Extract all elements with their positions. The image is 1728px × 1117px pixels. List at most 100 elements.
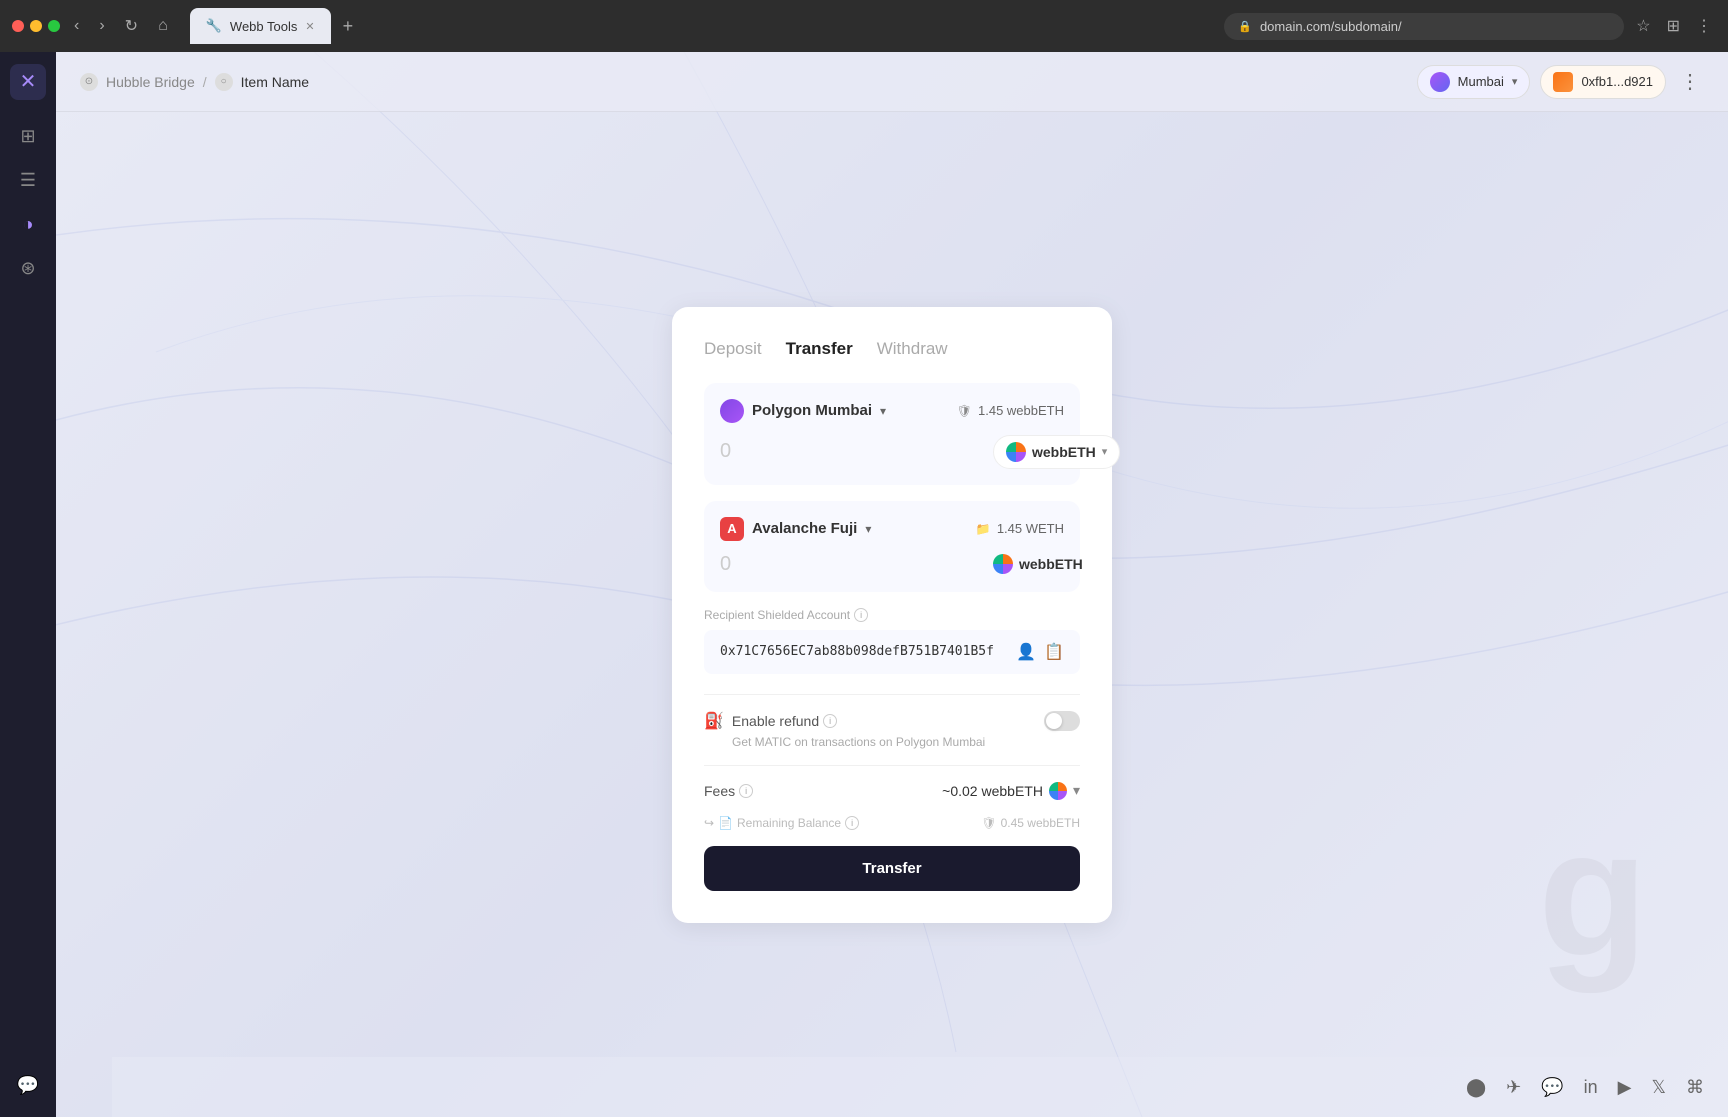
more-options-button[interactable]: ⋮ [1676,65,1704,98]
shield-icon: 🛡 [957,404,972,418]
refund-info-icon[interactable]: i [823,714,837,728]
dest-chain-header: A Avalanche Fuji ▾ 📁 1.45 WETH [720,517,1064,541]
apps-icon: ⊛ [20,258,35,279]
close-button[interactable] [12,20,24,32]
footer-icon-twitter[interactable]: 𝕏 [1651,1077,1666,1098]
back-button[interactable]: ‹ [68,13,85,39]
dest-token-display: webbETH [993,554,1083,574]
bookmark-button[interactable]: ☆ [1632,12,1654,40]
new-tab-button[interactable]: + [335,16,362,37]
tab-transfer[interactable]: Transfer [786,339,853,359]
refund-section: ⛽ Enable refund i Get MATIC on transacti… [704,694,1080,749]
tab-withdraw[interactable]: Withdraw [877,339,948,359]
network-chevron-icon: ▾ [1512,75,1518,88]
network-label: Mumbai [1458,74,1504,89]
dest-amount-input[interactable] [720,553,985,576]
recipient-actions: 👤 📋 [1016,642,1064,662]
sidebar-item-apps[interactable]: ⊛ [8,248,48,288]
wallet-icon [1553,72,1573,92]
balance-shield-icon: 🛡 [981,816,996,830]
tab-deposit[interactable]: Deposit [704,339,762,359]
tab-close-icon[interactable]: ✕ [305,20,314,33]
refund-row: ⛽ Enable refund i [704,711,1080,731]
source-chain-header: Polygon Mumbai ▾ 🛡 1.45 webbETH [720,399,1064,423]
footer-icon-github[interactable]: ⌘ [1686,1077,1704,1098]
fees-token-icon [1049,782,1067,800]
source-token-selector[interactable]: webbETH ▾ [993,435,1120,469]
source-chain-section: Polygon Mumbai ▾ 🛡 1.45 webbETH webbETH [704,383,1080,485]
breadcrumb-current-icon: ○ [215,73,233,91]
fees-row: Fees i ~0.02 webbETH ▾ [704,782,1080,800]
fees-section: Fees i ~0.02 webbETH ▾ [704,765,1080,800]
dest-chain-balance: 📁 1.45 WETH [976,521,1064,536]
list-icon: ☰ [20,170,36,191]
network-icon [1430,72,1450,92]
active-tab[interactable]: 🔧 Webb Tools ✕ [190,8,331,44]
sidebar-logo[interactable]: ✕ [10,64,46,100]
remaining-balance-label: ↪ 📄 Remaining Balance i [704,816,859,830]
address-bar[interactable]: 🔒 domain.com/subdomain/ [1224,13,1624,40]
breadcrumb: ⊙ Hubble Bridge / ○ Item Name [80,73,309,91]
home-button[interactable]: ⌂ [152,13,174,39]
dest-token-name: webbETH [1019,556,1083,572]
toggle-knob [1046,713,1062,729]
remaining-balance-value: 🛡 0.45 webbETH [981,816,1080,830]
recipient-address: 0x71C7656EC7ab88b098defB751B7401B5f [720,644,994,659]
menu-button[interactable]: ⋮ [1692,12,1716,40]
bridge-card: Deposit Transfer Withdraw Polygon Mumbai [672,307,1112,923]
gas-icon: ⛽ [704,711,724,731]
file-icon: 📄 [718,816,733,830]
refund-description: Get MATIC on transactions on Polygon Mum… [704,735,1080,749]
recipient-label: Recipient Shielded Account i [704,608,1080,622]
webb-eth-icon [1006,442,1026,462]
source-balance-value: 1.45 webbETH [978,403,1064,418]
recipient-contact-button[interactable]: 👤 [1016,642,1036,662]
content-area: Deposit Transfer Withdraw Polygon Mumbai [56,112,1728,1117]
transfer-button[interactable]: Transfer [704,846,1080,891]
maximize-button[interactable] [48,20,60,32]
sidebar-item-theme[interactable]: ◑ [8,204,48,244]
source-amount-row: webbETH ▾ [720,435,1064,469]
forward-button[interactable]: › [93,13,110,39]
footer-icon-linkedin[interactable]: in [1584,1077,1598,1098]
dest-balance-value: 1.45 WETH [997,521,1064,536]
fees-label: Fees i [704,783,753,799]
fees-info-icon[interactable]: i [739,784,753,798]
browser-actions: ☆ ⊞ ⋮ [1632,12,1716,40]
footer-icon-discord[interactable]: 💬 [1541,1077,1563,1098]
fees-value: ~0.02 webbETH ▾ [942,782,1080,800]
wallet-button[interactable]: 0xfb1...d921 [1540,65,1666,99]
refund-toggle[interactable] [1044,711,1080,731]
sidebar-item-chat[interactable]: 💬 [8,1065,48,1105]
network-selector-button[interactable]: Mumbai ▾ [1417,65,1531,99]
breadcrumb-parent-link[interactable]: Hubble Bridge [106,74,195,90]
extensions-button[interactable]: ⊞ [1663,12,1684,40]
dest-chain-chevron-icon: ▾ [865,522,871,536]
recipient-copy-button[interactable]: 📋 [1044,642,1064,662]
sidebar-item-grid[interactable]: ⊞ [8,116,48,156]
recipient-info-icon[interactable]: i [854,608,868,622]
source-amount-input[interactable] [720,440,985,463]
dest-chain-selector[interactable]: A Avalanche Fuji ▾ [720,517,871,541]
polygon-icon [720,399,744,423]
arrow-icon: ↪ [704,816,714,830]
svg-text:✕: ✕ [20,71,37,93]
avalanche-icon: A [720,517,744,541]
chat-icon: 💬 [17,1075,39,1096]
sidebar-item-list[interactable]: ☰ [8,160,48,200]
recipient-section: Recipient Shielded Account i 0x71C7656EC… [704,608,1080,674]
footer-icon-youtube[interactable]: ▶ [1618,1077,1632,1098]
reload-button[interactable]: ↻ [119,12,144,40]
source-chain-name: Polygon Mumbai [752,402,872,419]
balance-info-icon[interactable]: i [845,816,859,830]
theme-icon: ◑ [23,214,34,235]
grid-icon: ⊞ [20,126,35,147]
source-chain-selector[interactable]: Polygon Mumbai ▾ [720,399,886,423]
footer-icon-telegram[interactable]: ✈ [1506,1077,1521,1098]
fees-dropdown-button[interactable]: ▾ [1073,782,1080,799]
source-token-name: webbETH [1032,444,1096,460]
footer-icon-circle[interactable]: ⬤ [1466,1077,1486,1098]
sidebar: ✕ ⊞ ☰ ◑ ⊛ 💬 [0,52,56,1117]
minimize-button[interactable] [30,20,42,32]
tab-favicon: 🔧 [206,18,222,34]
